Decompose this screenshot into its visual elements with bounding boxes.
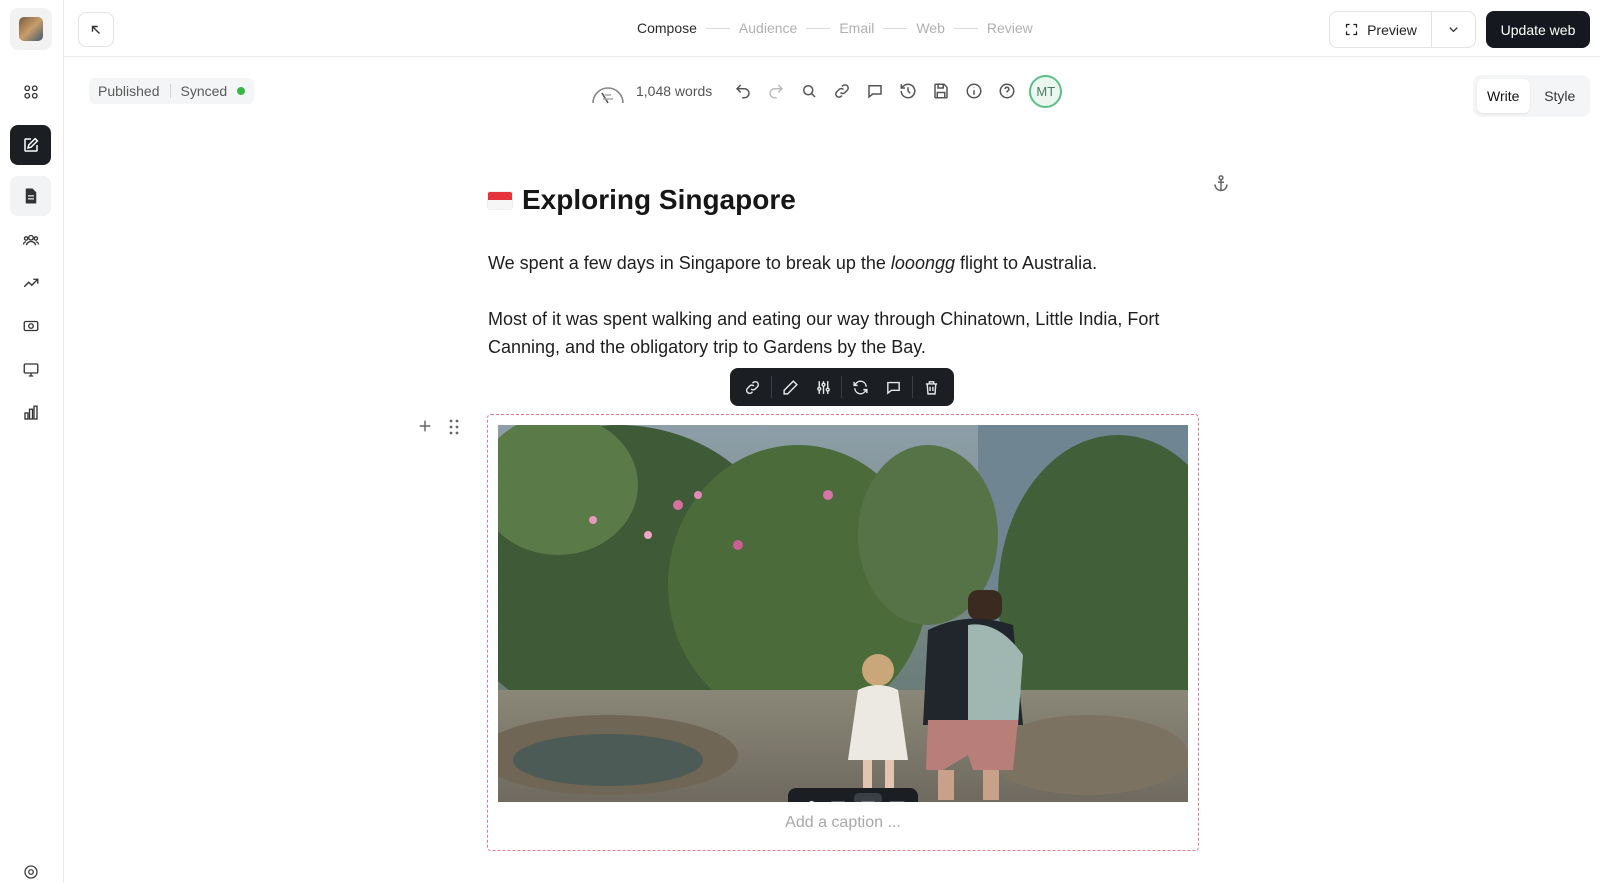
compose-icon[interactable] xyxy=(10,125,51,165)
publication-logo[interactable] xyxy=(10,8,52,50)
add-block-icon[interactable] xyxy=(417,418,433,439)
drag-handle-icon[interactable] xyxy=(449,419,459,440)
toolbar-divider xyxy=(770,376,772,398)
posts-icon[interactable] xyxy=(10,176,51,216)
audience-icon[interactable] xyxy=(10,220,51,260)
editor-toolbar: 1,048 words MT xyxy=(590,74,1063,108)
top-bar: Compose Audience Email Web Review Previe… xyxy=(64,0,1600,57)
back-button[interactable] xyxy=(78,12,114,47)
trash-icon[interactable] xyxy=(916,372,946,402)
preview-dropdown-button[interactable] xyxy=(1432,12,1475,47)
full-width-icon[interactable] xyxy=(883,793,911,802)
toolbar-divider xyxy=(912,376,914,398)
wide-width-icon[interactable] xyxy=(853,793,882,802)
search-icon[interactable] xyxy=(792,76,825,106)
published-status: Published xyxy=(98,83,160,99)
save-icon[interactable] xyxy=(924,76,957,106)
sidebar xyxy=(0,0,64,883)
synced-dot xyxy=(237,87,246,95)
word-count: 1,048 words xyxy=(636,83,713,99)
step-compose[interactable]: Compose xyxy=(637,20,697,36)
toolbar-divider xyxy=(841,376,843,398)
expand-icon xyxy=(1345,23,1358,36)
step-email[interactable]: Email xyxy=(839,20,874,36)
growth-icon[interactable] xyxy=(10,263,51,303)
link-icon[interactable] xyxy=(825,76,858,106)
analytics-icon[interactable] xyxy=(10,393,51,433)
singapore-flag-icon xyxy=(488,191,512,209)
replace-icon[interactable] xyxy=(846,372,876,402)
image-block[interactable]: Add a caption ... xyxy=(487,414,1199,851)
synced-status: Synced xyxy=(180,83,228,99)
image-comment-icon[interactable] xyxy=(879,372,909,402)
post-image[interactable] xyxy=(498,425,1188,802)
update-web-button[interactable]: Update web xyxy=(1486,11,1590,48)
comment-icon[interactable] xyxy=(858,76,891,106)
caption-link-icon[interactable] xyxy=(795,793,823,802)
arrow-up-left-icon xyxy=(91,25,100,34)
image-toolbar xyxy=(730,368,954,406)
paragraph-1[interactable]: We spent a few days in Singapore to brea… xyxy=(488,249,1188,277)
step-divider xyxy=(883,27,908,29)
history-icon[interactable] xyxy=(891,76,924,106)
info-icon[interactable] xyxy=(957,76,990,106)
anchor-icon[interactable] xyxy=(1212,174,1230,197)
step-audience[interactable]: Audience xyxy=(739,20,797,36)
step-web[interactable]: Web xyxy=(916,20,945,36)
step-review[interactable]: Review xyxy=(987,20,1033,36)
step-divider xyxy=(953,27,978,29)
tab-style[interactable]: Style xyxy=(1534,79,1587,113)
paragraph-2[interactable]: Most of it was spent walking and eating … xyxy=(488,305,1188,361)
status-divider xyxy=(169,84,171,98)
step-progress: Compose Audience Email Web Review xyxy=(637,20,1033,36)
redo-icon[interactable] xyxy=(759,76,792,106)
avatar[interactable]: MT xyxy=(1029,74,1063,108)
caption-input[interactable]: Add a caption ... xyxy=(488,814,1198,832)
website-icon[interactable] xyxy=(10,350,51,390)
dashboard-icon[interactable] xyxy=(10,72,51,112)
edit-icon[interactable] xyxy=(775,372,805,402)
image-width-toolbar xyxy=(788,788,918,802)
preview-label: Preview xyxy=(1367,21,1417,38)
paragraph-1-emphasis: looongg xyxy=(890,253,955,273)
preview-button[interactable]: Preview xyxy=(1330,12,1432,47)
step-divider xyxy=(806,27,831,29)
tab-write[interactable]: Write xyxy=(1477,79,1530,113)
photo-illustration xyxy=(498,425,1188,802)
regular-width-icon[interactable] xyxy=(824,793,852,802)
help-icon[interactable] xyxy=(990,76,1023,106)
image-link-icon[interactable] xyxy=(738,372,768,402)
undo-icon[interactable] xyxy=(726,76,759,106)
preview-group: Preview xyxy=(1329,11,1476,48)
post-title-text: Exploring Singapore xyxy=(522,184,796,215)
paragraph-1-text-end: flight to Australia. xyxy=(955,253,1098,273)
paragraph-1-text-start: We spent a few days in Singapore to brea… xyxy=(488,253,891,273)
settings-icon[interactable] xyxy=(22,863,40,883)
mode-toggle: Write Style xyxy=(1473,75,1590,117)
readability-gauge-icon[interactable] xyxy=(590,77,626,105)
adjust-icon[interactable] xyxy=(808,372,838,402)
chevron-down-icon xyxy=(1449,27,1458,33)
step-divider xyxy=(705,27,730,29)
logo-image xyxy=(19,17,43,41)
monetization-icon[interactable] xyxy=(10,306,51,346)
status-badge: Published Synced xyxy=(89,78,255,104)
page-title[interactable]: Exploring Singapore xyxy=(488,184,796,216)
